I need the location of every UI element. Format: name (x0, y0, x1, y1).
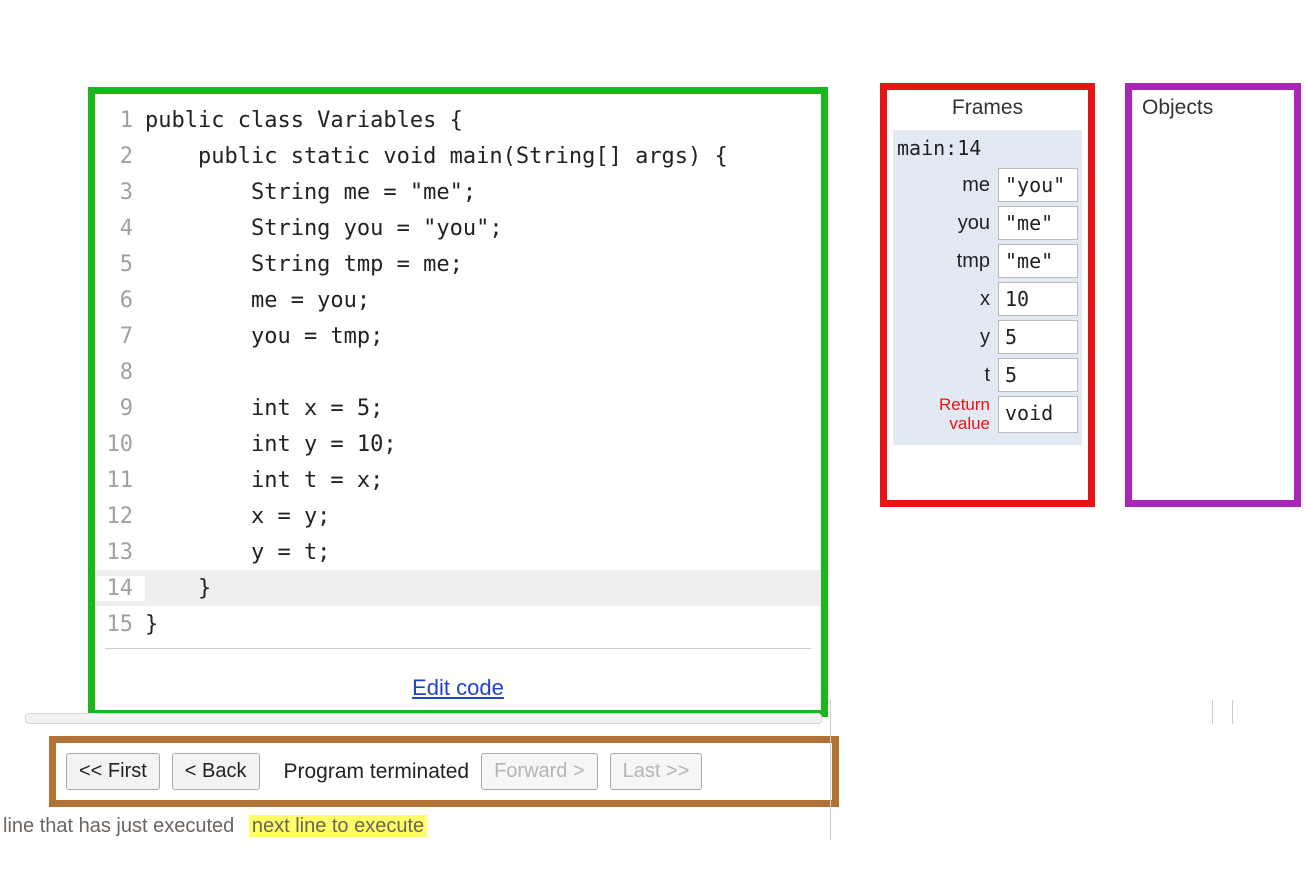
vertical-divider (830, 700, 831, 840)
edit-code-link[interactable]: Edit code (95, 675, 821, 701)
line-number: 6 (95, 288, 145, 313)
variable-value: "me" (998, 244, 1078, 278)
line-number: 5 (95, 252, 145, 277)
code-text: x = y; (145, 504, 330, 529)
code-text: String tmp = me; (145, 252, 463, 277)
nav-panel: << First < Back Program terminated Forwa… (49, 736, 839, 807)
line-number: 4 (95, 216, 145, 241)
code-text: public static void main(String[] args) { (145, 144, 728, 169)
variable-name: y (897, 326, 998, 349)
stack-frame: main:14 me"you"you"me"tmp"me"x10y5t5 Ret… (893, 130, 1082, 445)
code-line: 8 (95, 354, 821, 390)
decorative-border (1212, 700, 1233, 724)
return-value: void (998, 396, 1078, 433)
variable-name: x (897, 288, 998, 311)
line-number: 7 (95, 324, 145, 349)
code-text: int x = 5; (145, 396, 383, 421)
frames-panel: Frames main:14 me"you"you"me"tmp"me"x10y… (880, 83, 1095, 507)
code-text: y = t; (145, 540, 330, 565)
code-divider (105, 648, 811, 649)
variable-value: "me" (998, 206, 1078, 240)
code-line: 14 } (95, 570, 821, 606)
last-button[interactable]: Last >> (610, 753, 703, 790)
return-label: Returnvalue (897, 396, 998, 433)
line-number: 3 (95, 180, 145, 205)
line-number: 10 (95, 432, 145, 457)
line-number: 8 (95, 360, 145, 385)
variable-value: 5 (998, 358, 1078, 392)
return-value-row: Returnvalue void (897, 396, 1078, 433)
execution-status: Program terminated (284, 760, 470, 784)
variable-name: you (897, 212, 998, 235)
variable-value: 5 (998, 320, 1078, 354)
objects-panel: Objects (1125, 83, 1301, 507)
code-text: String me = "me"; (145, 180, 476, 205)
legend: line that has just executed next line to… (0, 815, 427, 838)
code-line: 13 y = t; (95, 534, 821, 570)
code-panel: 1public class Variables {2 public static… (88, 87, 828, 717)
line-number: 15 (95, 612, 145, 637)
code-line: 9 int x = 5; (95, 390, 821, 426)
frame-header: main:14 (897, 136, 1078, 160)
legend-just-executed: line that has just executed (0, 815, 237, 837)
execution-slider[interactable] (25, 713, 822, 724)
code-line: 10 int y = 10; (95, 426, 821, 462)
code-line: 15} (95, 606, 821, 642)
code-line: 4 String you = "you"; (95, 210, 821, 246)
code-line: 2 public static void main(String[] args)… (95, 138, 821, 174)
variable-row: tmp"me" (897, 244, 1078, 278)
line-number: 14 (95, 576, 145, 601)
code-line: 7 you = tmp; (95, 318, 821, 354)
variable-value: "you" (998, 168, 1078, 202)
legend-next-to-execute: next line to execute (249, 815, 427, 837)
variable-name: t (897, 364, 998, 387)
objects-title: Objects (1138, 96, 1288, 120)
back-button[interactable]: < Back (172, 753, 260, 790)
code-line: 3 String me = "me"; (95, 174, 821, 210)
code-text: String you = "you"; (145, 216, 503, 241)
variable-row: y5 (897, 320, 1078, 354)
variable-row: you"me" (897, 206, 1078, 240)
variable-row: t5 (897, 358, 1078, 392)
code-line: 12 x = y; (95, 498, 821, 534)
frames-title: Frames (893, 96, 1082, 120)
code-line: 6 me = you; (95, 282, 821, 318)
variable-value: 10 (998, 282, 1078, 316)
code-line: 5 String tmp = me; (95, 246, 821, 282)
line-number: 11 (95, 468, 145, 493)
variable-name: me (897, 174, 998, 197)
code-text: public class Variables { (145, 108, 463, 133)
variable-name: tmp (897, 250, 998, 273)
code-line: 11 int t = x; (95, 462, 821, 498)
line-number: 12 (95, 504, 145, 529)
code-text: int y = 10; (145, 432, 397, 457)
line-number: 9 (95, 396, 145, 421)
variable-row: x10 (897, 282, 1078, 316)
line-number: 13 (95, 540, 145, 565)
variable-row: me"you" (897, 168, 1078, 202)
code-text: } (145, 576, 211, 601)
code-line: 1public class Variables { (95, 102, 821, 138)
code-text: you = tmp; (145, 324, 383, 349)
code-text: } (145, 612, 158, 637)
first-button[interactable]: << First (66, 753, 160, 790)
line-number: 2 (95, 144, 145, 169)
code-text: int t = x; (145, 468, 383, 493)
line-number: 1 (95, 108, 145, 133)
code-text: me = you; (145, 288, 370, 313)
forward-button[interactable]: Forward > (481, 753, 598, 790)
